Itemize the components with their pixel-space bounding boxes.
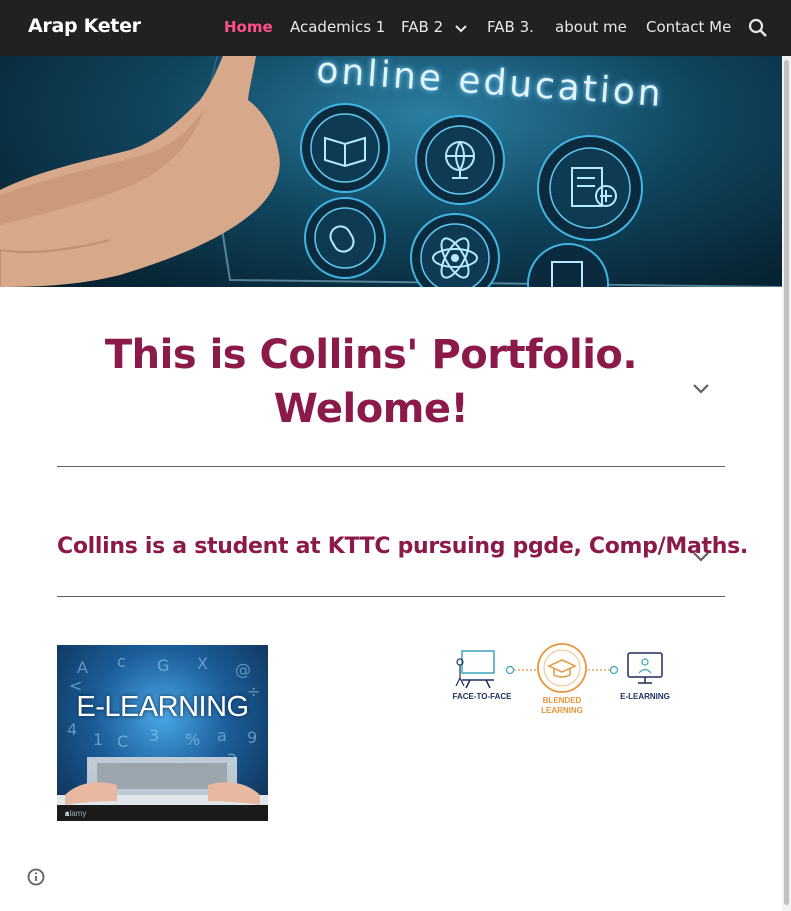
globe-icon xyxy=(415,115,505,205)
computer-icon xyxy=(627,652,663,684)
section-divider xyxy=(57,596,725,597)
nav-item-label: FAB 2 xyxy=(401,18,444,36)
blended-learning-image: FACE-TO-FACE BLENDED LEARNING E-LEARNING xyxy=(452,642,674,722)
blended-learning-caption: BLENDED LEARNING xyxy=(532,696,592,716)
subheading: Collins is a student at KTTC pursuing pg… xyxy=(57,534,748,559)
nav-item-fab-3[interactable]: FAB 3. xyxy=(487,18,534,36)
expand-section-button[interactable] xyxy=(689,377,713,401)
nav-item-home[interactable]: Home xyxy=(224,18,273,36)
book-icon xyxy=(300,103,390,193)
section-divider xyxy=(57,466,725,467)
nav-item-label: Contact Me xyxy=(646,18,732,36)
scrollbar-thumb[interactable] xyxy=(784,60,789,905)
elearning-image-title: E-LEARNING xyxy=(76,691,249,723)
blended-caption-line-2: LEARNING xyxy=(541,706,583,715)
chevron-down-icon xyxy=(693,552,709,562)
nav-item-label: Academics 1 xyxy=(290,18,386,36)
clipboard-icon xyxy=(537,135,643,241)
chevron-down-icon xyxy=(693,384,709,394)
svg-text:c: c xyxy=(117,652,126,671)
image-watermark: alamy xyxy=(65,809,87,818)
nav-item-about-me[interactable]: about me xyxy=(555,18,627,36)
mouse-icon xyxy=(304,197,386,279)
elearning-artwork: AcG X@4 1C3 %a9 8b2 <÷ a xyxy=(57,652,268,821)
document-icon xyxy=(527,243,609,287)
elearning-image: AcG X@4 1C3 %a9 8b2 <÷ a E-LEARNING alam… xyxy=(57,645,268,821)
site-title[interactable]: Arap Keter xyxy=(28,15,141,37)
svg-text:X: X xyxy=(197,654,208,673)
chevron-down-icon[interactable] xyxy=(454,21,468,35)
whiteboard-icon xyxy=(455,650,495,689)
nav-item-fab-2[interactable]: FAB 2 xyxy=(401,18,468,36)
svg-text:9: 9 xyxy=(247,728,257,747)
page-heading: This is Collins' Portfolio. Welome! xyxy=(57,328,685,436)
elearning-caption: E-LEARNING xyxy=(620,692,670,701)
svg-text:C: C xyxy=(117,732,128,751)
nav-item-contact-me[interactable]: Contact Me xyxy=(646,18,731,36)
heading-line-2: Welome! xyxy=(273,386,469,432)
nav-item-label: about me xyxy=(555,18,627,36)
graduation-cap-icon xyxy=(537,643,587,693)
svg-text:3: 3 xyxy=(149,726,159,745)
svg-text:%: % xyxy=(185,730,200,749)
blended-caption-line-1: BLENDED xyxy=(542,696,582,705)
info-icon[interactable] xyxy=(26,867,46,887)
svg-text:@: @ xyxy=(235,660,251,679)
svg-text:a: a xyxy=(217,726,227,745)
atom-icon xyxy=(410,213,500,287)
heading-line-1: This is Collins' Portfolio. xyxy=(104,332,638,378)
svg-text:1: 1 xyxy=(93,730,103,749)
svg-text:G: G xyxy=(157,656,169,675)
nav-item-label: FAB 3. xyxy=(487,18,534,36)
search-icon[interactable] xyxy=(746,16,770,40)
svg-text:A: A xyxy=(77,658,88,677)
nav-item-academics-1[interactable]: Academics 1 xyxy=(290,18,385,36)
top-navigation-bar: Arap Keter Home Academics 1 FAB 2 FAB 3.… xyxy=(0,0,791,56)
expand-subsection-button[interactable] xyxy=(689,545,713,569)
face-to-face-caption: FACE-TO-FACE xyxy=(452,692,512,701)
nav-item-label: Home xyxy=(224,18,273,36)
